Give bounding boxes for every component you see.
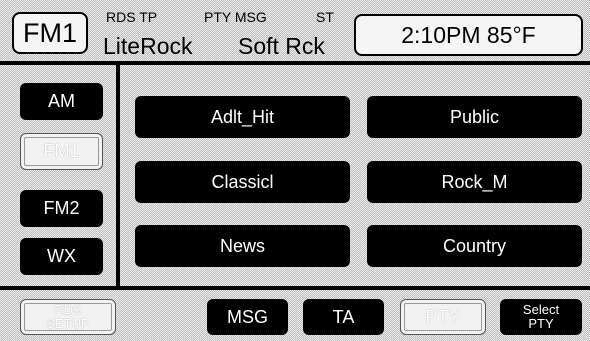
- ta-button[interactable]: TA: [303, 299, 384, 335]
- rds-setup-line2: SETUP: [46, 316, 90, 331]
- rds-setup-button[interactable]: RDS SETUP: [20, 299, 116, 335]
- preset-button-5[interactable]: News: [135, 225, 350, 267]
- band-indicator-button[interactable]: FM1: [12, 12, 88, 54]
- clock-temperature-display: 2:10PM 85°F: [354, 14, 583, 56]
- preset-button-1[interactable]: Adlt_Hit: [135, 96, 350, 138]
- rds-setup-line1: RDS: [54, 302, 82, 317]
- select-pty-button[interactable]: Select PTY: [500, 299, 582, 335]
- bottom-divider: [0, 286, 590, 290]
- pty-button[interactable]: PTY: [400, 299, 486, 335]
- rds-tp-indicator: RDS TP: [106, 9, 158, 25]
- select-pty-line1: Select: [522, 302, 560, 317]
- status-bar: FM1 RDS TP PTY MSG ST LiteRock Soft Rck …: [0, 0, 590, 62]
- band-button-fm1[interactable]: FM1: [20, 133, 103, 170]
- band-button-am[interactable]: AM: [20, 83, 103, 120]
- preset-button-4[interactable]: Rock_M: [367, 161, 582, 203]
- select-pty-line2: PTY: [528, 316, 554, 331]
- msg-button[interactable]: MSG: [207, 299, 288, 335]
- station-name: LiteRock: [103, 33, 193, 59]
- preset-button-2[interactable]: Public: [367, 96, 582, 138]
- program-type-name: Soft Rck: [238, 33, 325, 59]
- band-button-fm2[interactable]: FM2: [20, 190, 103, 227]
- band-button-wx[interactable]: WX: [20, 238, 103, 275]
- preset-button-3[interactable]: Classicl: [135, 161, 350, 203]
- left-column-divider: [116, 62, 120, 286]
- top-divider: [0, 61, 590, 65]
- radio-screen: FM1 RDS TP PTY MSG ST LiteRock Soft Rck …: [0, 0, 590, 341]
- pty-msg-indicator: PTY MSG: [204, 9, 267, 25]
- preset-button-6[interactable]: Country: [367, 225, 582, 267]
- stereo-indicator: ST: [316, 9, 334, 25]
